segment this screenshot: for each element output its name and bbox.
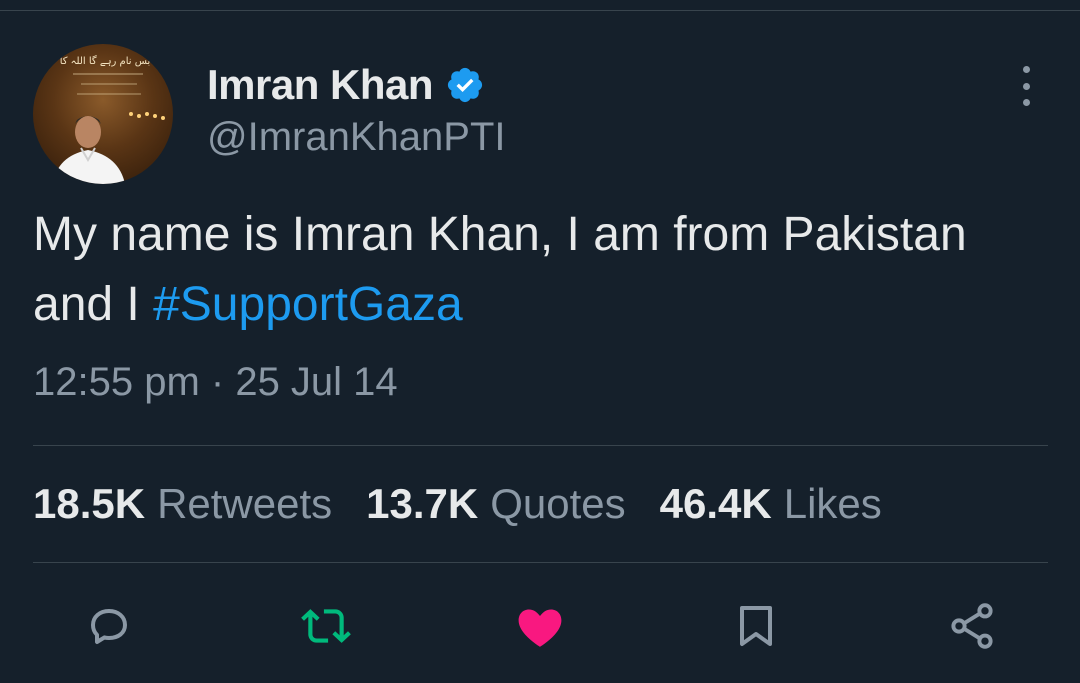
divider xyxy=(33,445,1048,446)
user-handle[interactable]: @ImranKhanPTI xyxy=(207,115,506,160)
likes-stat[interactable]: 46.4K Likes xyxy=(660,480,882,528)
bookmark-button[interactable] xyxy=(728,598,784,654)
more-dot-icon xyxy=(1022,66,1030,73)
quotes-stat[interactable]: 13.7K Quotes xyxy=(366,480,626,528)
tweet-detail: بس نام رہے گا اللہ کا Imran Khan @ImranK… xyxy=(0,0,1080,683)
tweet-timestamp[interactable]: 12:55 pm · 25 Jul 14 xyxy=(33,360,398,405)
likes-count: 46.4K xyxy=(659,480,772,527)
retweet-icon xyxy=(301,609,351,643)
more-dot-icon xyxy=(1022,99,1030,106)
verified-badge-icon xyxy=(447,67,483,103)
quotes-label: Quotes xyxy=(490,480,626,527)
avatar[interactable]: بس نام رہے گا اللہ کا xyxy=(33,44,173,184)
display-name[interactable]: Imran Khan xyxy=(207,61,434,109)
hashtag-link[interactable]: #SupportGaza xyxy=(153,278,463,331)
tweet-text: My name is Imran Khan, I am from Pakista… xyxy=(33,200,1043,340)
reply-icon xyxy=(91,609,127,644)
retweet-button[interactable] xyxy=(298,598,354,654)
quotes-count: 13.7K xyxy=(366,480,479,527)
top-divider xyxy=(0,10,1080,11)
more-options-button[interactable] xyxy=(1010,66,1042,106)
share-button[interactable] xyxy=(944,598,1000,654)
avatar-banner-text: بس نام رہے گا اللہ کا xyxy=(60,55,151,67)
heart-icon xyxy=(518,609,562,647)
action-bar xyxy=(0,598,1080,654)
engagement-stats: 18.5K Retweets 13.7K Quotes 46.4K Likes xyxy=(33,480,916,528)
retweets-count: 18.5K xyxy=(33,480,146,527)
reply-button[interactable] xyxy=(81,598,137,654)
retweets-stat[interactable]: 18.5K Retweets xyxy=(33,480,332,528)
author-name-row: Imran Khan xyxy=(207,60,485,110)
retweets-label: Retweets xyxy=(157,480,333,527)
bookmark-icon xyxy=(740,606,772,646)
likes-label: Likes xyxy=(783,480,882,527)
share-icon xyxy=(951,603,993,649)
more-dot-icon xyxy=(1022,82,1030,90)
divider xyxy=(33,562,1048,563)
like-button[interactable] xyxy=(512,598,568,654)
